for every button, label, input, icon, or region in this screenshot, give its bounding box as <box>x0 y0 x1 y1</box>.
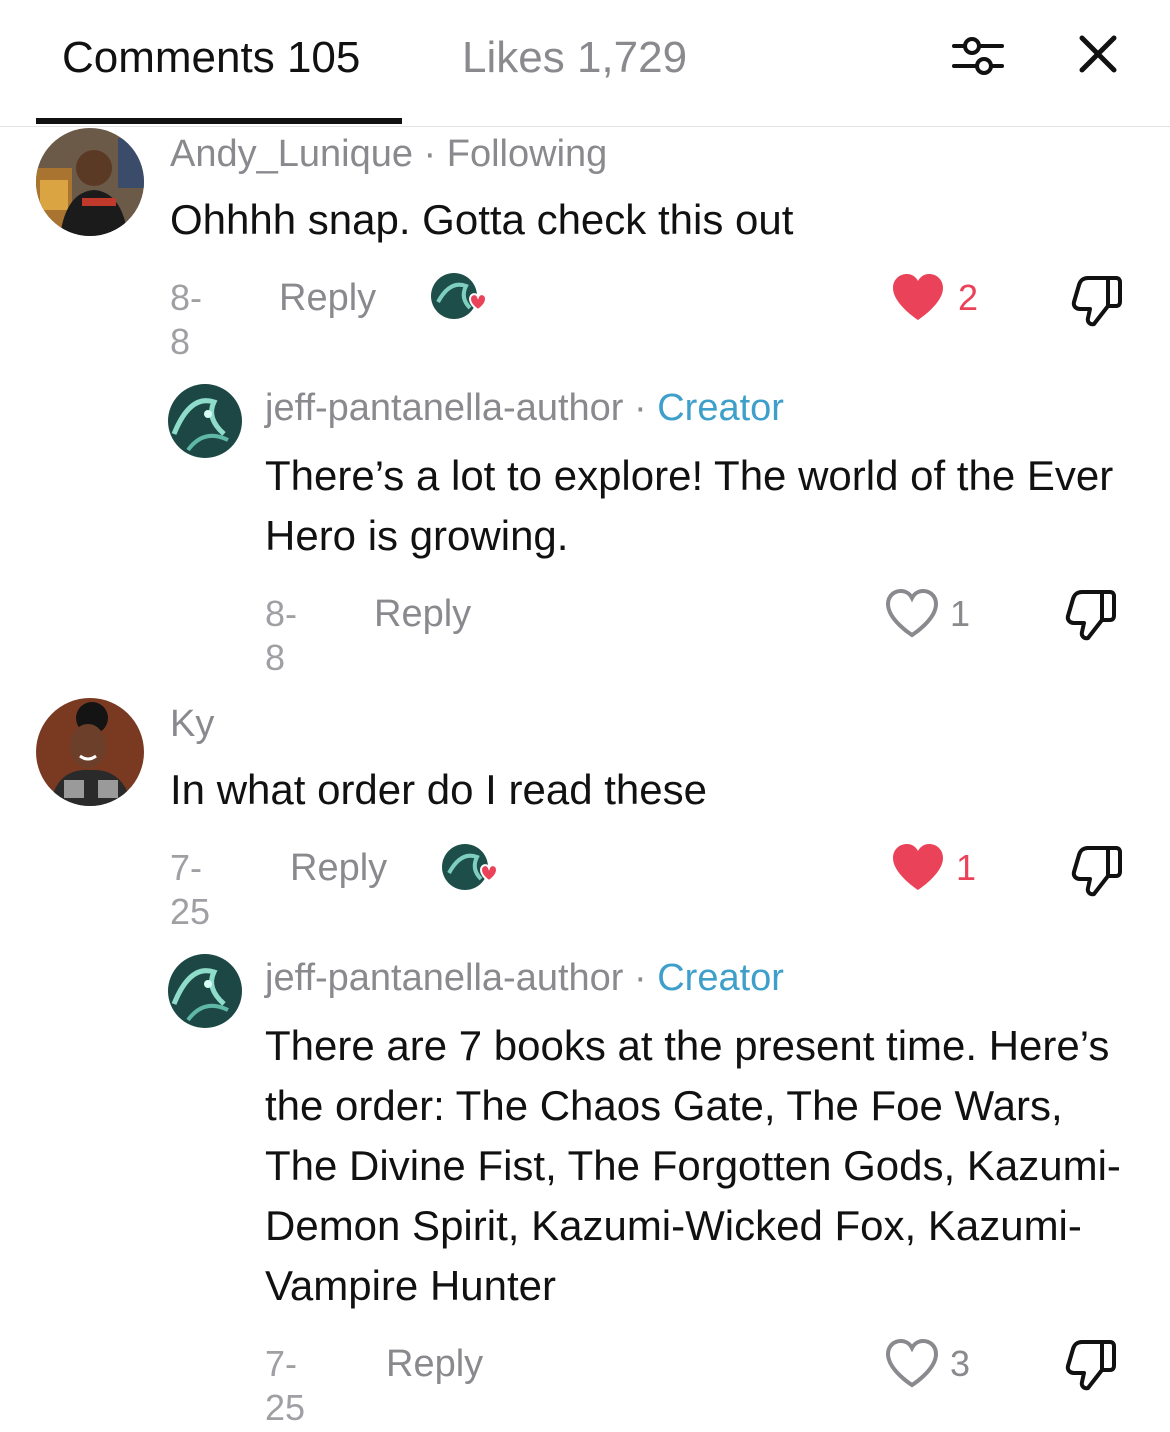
reply-button[interactable]: Reply <box>279 276 376 320</box>
close-icon <box>1079 35 1117 73</box>
tab-likes[interactable]: Likes 1,729 <box>462 30 687 86</box>
comments-header: Comments 105 Likes 1,729 <box>0 0 1170 127</box>
dislike-button[interactable] <box>1068 272 1124 328</box>
dislike-button[interactable] <box>1062 586 1118 642</box>
thumbs-down-icon <box>1065 590 1116 641</box>
like-count: 1 <box>950 593 971 634</box>
like-count: 3 <box>950 1343 971 1384</box>
close-button[interactable] <box>1070 28 1126 84</box>
like-count: 2 <box>958 277 979 318</box>
username[interactable]: jeff-pantanella-author <box>265 387 623 429</box>
thumbs-down-icon <box>1065 1340 1116 1391</box>
tab-comments[interactable]: Comments 105 <box>62 30 360 86</box>
comment-date: 7-25 <box>170 847 211 932</box>
creator-badge: Creator <box>657 957 784 999</box>
comment-date: 7-25 <box>265 1343 306 1428</box>
heart-filled-icon <box>893 844 943 890</box>
comment-date: 8-8 <box>265 593 298 678</box>
reply-button[interactable]: Reply <box>290 846 387 890</box>
thumbs-down-icon <box>1071 846 1122 897</box>
username[interactable]: jeff-pantanella-author <box>265 957 623 999</box>
creator-badge: Creator <box>657 387 784 429</box>
separator: · <box>623 957 658 999</box>
active-tab-indicator <box>36 118 402 124</box>
heart-outline-icon <box>885 1338 939 1388</box>
avatar[interactable] <box>36 698 144 806</box>
sliders-icon <box>952 37 1004 75</box>
comment-meta: jeff-pantanella-author · Creator <box>265 384 784 432</box>
like-count: 1 <box>956 847 977 888</box>
username[interactable]: Andy_Lunique <box>170 133 413 175</box>
dislike-button[interactable] <box>1068 842 1124 898</box>
username[interactable]: Ky <box>170 703 214 745</box>
heart-outline-icon <box>885 588 939 638</box>
filter-button[interactable] <box>950 28 1006 84</box>
thumbs-down-icon <box>1071 276 1122 327</box>
reply-button[interactable]: Reply <box>374 592 471 636</box>
separator: · <box>623 387 658 429</box>
comment-meta: jeff-pantanella-author · Creator <box>265 954 784 1002</box>
follow-status: · Following <box>413 133 608 175</box>
avatar[interactable] <box>168 954 242 1028</box>
comment-text: There are 7 books at the present time. H… <box>265 1022 1121 1309</box>
comment-meta: Andy_Lunique · Following <box>170 130 607 178</box>
comment-meta: Ky <box>170 700 214 748</box>
reply-button[interactable]: Reply <box>386 1342 483 1386</box>
comment-text: There’s a lot to explore! The world of t… <box>265 452 1114 559</box>
heart-filled-icon <box>893 274 943 320</box>
creator-liked-indicator <box>441 843 499 893</box>
avatar[interactable] <box>168 384 242 458</box>
comment-text: Ohhhh snap. Gotta check this out <box>170 196 794 243</box>
dislike-button[interactable] <box>1062 1336 1118 1392</box>
avatar[interactable] <box>36 128 144 236</box>
comment-date: 8-8 <box>170 277 203 362</box>
creator-liked-indicator <box>430 272 488 322</box>
comment-text: In what order do I read these <box>170 766 707 813</box>
